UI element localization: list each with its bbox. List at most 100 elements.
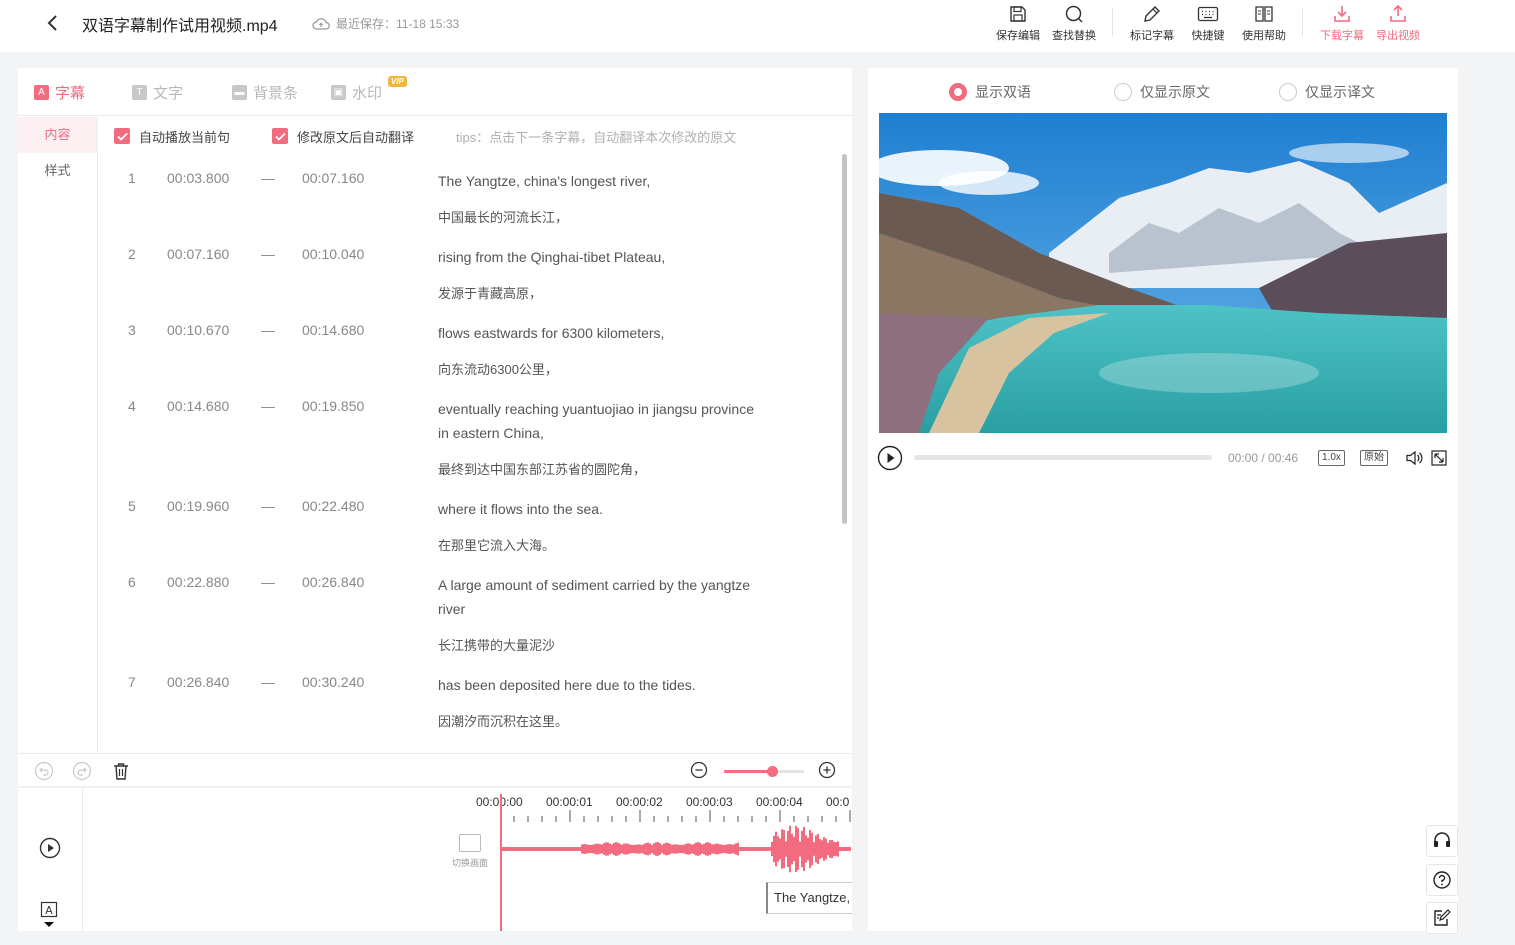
- download-subtitle-button[interactable]: 下载字幕: [1314, 4, 1370, 43]
- subtitle-end-time[interactable]: 00:10.040: [302, 246, 364, 262]
- video-frame-landscape: [879, 113, 1447, 433]
- switch-frame-label: 切换画面: [451, 858, 488, 868]
- autotranslate-checkbox[interactable]: [272, 128, 289, 144]
- subtitle-translation-text[interactable]: 中国最长的河流长江，: [438, 207, 568, 226]
- subtitle-start-time[interactable]: 00:26.840: [167, 674, 229, 690]
- subtitle-source-text[interactable]: flows eastwards for 6300 kilometers,: [438, 321, 758, 345]
- back-icon[interactable]: [44, 12, 64, 34]
- time-separator: —: [261, 674, 275, 690]
- save-status-text: 最近保存：11-18 15:33: [336, 17, 460, 31]
- timeline-tick-label: 00:00:03: [686, 795, 733, 809]
- subtitle-translation-text[interactable]: 发源于青藏高原，: [438, 283, 542, 302]
- subtitle-source-text[interactable]: has been deposited here due to the tides…: [438, 673, 758, 697]
- subtitle-end-time[interactable]: 00:19.850: [302, 398, 364, 414]
- audio-waveform[interactable]: [500, 818, 852, 883]
- redo-icon[interactable]: [72, 761, 92, 784]
- top-bar: 双语字幕制作试用视频.mp4 最近保存：11-18 15:33 保存编辑 查找替…: [0, 0, 1515, 52]
- autotranslate-option[interactable]: 修改原文后自动翻译: [272, 127, 414, 146]
- subtitle-source-text[interactable]: rising from the Qinghai-tibet Plateau,: [438, 245, 758, 269]
- subtitle-translation-text[interactable]: 在那里它流入大海。: [438, 535, 555, 554]
- find-replace-button[interactable]: 查找替换: [1046, 4, 1102, 43]
- subtitle-end-time[interactable]: 00:26.840: [302, 574, 364, 590]
- save-edit-label: 保存编辑: [996, 30, 1040, 42]
- subtitle-row[interactable]: 4 00:14.680 — 00:19.850 eventually reaching …: [98, 382, 838, 482]
- subtitle-translation-text[interactable]: 长江携带的大量泥沙: [438, 635, 555, 654]
- subtitle-row[interactable]: 2 00:07.160 — 00:10.040 rising from the Qing…: [98, 230, 838, 306]
- subtitle-end-time[interactable]: 00:07.160: [302, 170, 364, 186]
- subtitle-row[interactable]: 6 00:22.880 — 00:26.840 A large amount of se…: [98, 558, 838, 658]
- subtitle-start-time[interactable]: 00:19.960: [167, 498, 229, 514]
- subtitle-list-scrollbar[interactable]: [842, 154, 847, 524]
- subtitle-start-time[interactable]: 00:07.160: [167, 246, 229, 262]
- subtitle-end-time[interactable]: 00:22.480: [302, 498, 364, 514]
- subtitle-end-time[interactable]: 00:30.240: [302, 674, 364, 690]
- video-time: 00:00 / 00:46: [1228, 451, 1299, 465]
- switch-frame-button[interactable]: 切换画面: [450, 834, 490, 869]
- subtitle-index: 7: [128, 674, 136, 690]
- tab-watermark[interactable]: ▣ 水印: [331, 82, 382, 103]
- zoom-out-icon[interactable]: [690, 761, 708, 782]
- mode-translated-radio[interactable]: [1279, 83, 1297, 101]
- subtitle-translation-text[interactable]: 最终到达中国东部江苏省的圆陀角，: [438, 459, 646, 478]
- search-icon: [1065, 5, 1083, 23]
- sidenav-content[interactable]: 内容: [18, 117, 97, 153]
- autoplay-option[interactable]: 自动播放当前句: [114, 127, 230, 146]
- timeline-tick-label: 00:0: [826, 795, 850, 809]
- playhead[interactable]: [500, 794, 502, 931]
- subtitle-translation-text[interactable]: 因潮汐而沉积在这里。: [438, 711, 568, 730]
- file-name: 双语字幕制作试用视频.mp4: [82, 18, 278, 35]
- video-progress-bar[interactable]: [914, 455, 1212, 460]
- subtitle-source-text[interactable]: where it flows into the sea.: [438, 497, 758, 521]
- sidenav-style[interactable]: 样式: [18, 153, 97, 189]
- subtitle-clip[interactable]: The Yangtze, c: [766, 882, 852, 914]
- help-question-icon[interactable]: [1426, 864, 1458, 896]
- zoom-slider-handle[interactable]: [767, 766, 778, 777]
- zoom-in-icon[interactable]: [818, 761, 836, 782]
- delete-icon[interactable]: [111, 761, 131, 784]
- tab-background[interactable]: ▬ 背景条: [232, 82, 298, 103]
- tips-text: tips：点击下一条字幕，自动翻译本次修改的原文: [456, 129, 737, 145]
- ratio-button[interactable]: 原始: [1360, 450, 1388, 466]
- subtitle-source-text[interactable]: The Yangtze, china's longest river,: [438, 169, 758, 193]
- timeline-play-icon[interactable]: [39, 837, 61, 862]
- subtitle-start-time[interactable]: 00:03.800: [167, 170, 229, 186]
- subtitle-row[interactable]: 5 00:19.960 — 00:22.480 where it flows into …: [98, 482, 838, 558]
- subtitle-source-text[interactable]: eventually reaching yuantuojiao in jiang…: [438, 397, 758, 445]
- volume-icon[interactable]: [1405, 449, 1423, 470]
- customer-service-icon[interactable]: [1426, 825, 1458, 857]
- subtitle-editor-panel: A 字幕 T 文字 ▬ 背景条 ▣ 水印 VIP 内容 样式 自动播放当前句 修…: [18, 68, 852, 753]
- video-play-icon[interactable]: [877, 445, 903, 474]
- mode-bilingual-radio[interactable]: [949, 83, 967, 101]
- autoplay-checkbox[interactable]: [114, 128, 130, 144]
- mode-original[interactable]: 仅显示原文: [1114, 82, 1210, 102]
- speed-button[interactable]: 1.0x: [1318, 450, 1345, 466]
- shortcuts-button[interactable]: 快捷键: [1180, 4, 1236, 43]
- subtitle-start-time[interactable]: 00:14.680: [167, 398, 229, 414]
- mode-bilingual[interactable]: 显示双语: [949, 82, 1031, 102]
- subtitle-track-icon[interactable]: A: [40, 901, 60, 931]
- subtitle-row[interactable]: 3 00:10.670 — 00:14.680 flows eastwards for …: [98, 306, 838, 382]
- feedback-icon[interactable]: [1426, 902, 1458, 934]
- subtitle-start-time[interactable]: 00:22.880: [167, 574, 229, 590]
- mode-original-radio[interactable]: [1114, 83, 1132, 101]
- undo-icon[interactable]: [34, 761, 54, 784]
- mark-subtitle-button[interactable]: 标记字幕: [1124, 4, 1180, 43]
- tab-subtitle[interactable]: A 字幕: [34, 82, 85, 103]
- subtitle-start-time[interactable]: 00:10.670: [167, 322, 229, 338]
- subtitle-end-time[interactable]: 00:14.680: [302, 322, 364, 338]
- zoom-slider[interactable]: [724, 766, 804, 777]
- help-button[interactable]: 使用帮助: [1236, 4, 1292, 43]
- book-icon: [1255, 6, 1273, 22]
- export-video-button[interactable]: 导出视频: [1370, 4, 1426, 43]
- tab-text-label: 文字: [153, 85, 184, 102]
- save-edit-button[interactable]: 保存编辑: [990, 4, 1046, 43]
- tab-text[interactable]: T 文字: [132, 82, 183, 103]
- subtitle-row[interactable]: 1 00:03.800 — 00:07.160 The Yangtze, china's…: [98, 154, 838, 230]
- mode-translated[interactable]: 仅显示译文: [1279, 82, 1375, 102]
- subtitle-row[interactable]: 7 00:26.840 — 00:30.240 has been deposited h…: [98, 658, 838, 734]
- subtitle-translation-text[interactable]: 向东流动6300公里，: [438, 359, 558, 378]
- tab-subtitle-label: 字幕: [55, 85, 86, 102]
- subtitle-source-text[interactable]: A large amount of sediment carried by th…: [438, 573, 758, 621]
- video-preview[interactable]: [879, 113, 1447, 433]
- fullscreen-icon[interactable]: [1431, 450, 1447, 469]
